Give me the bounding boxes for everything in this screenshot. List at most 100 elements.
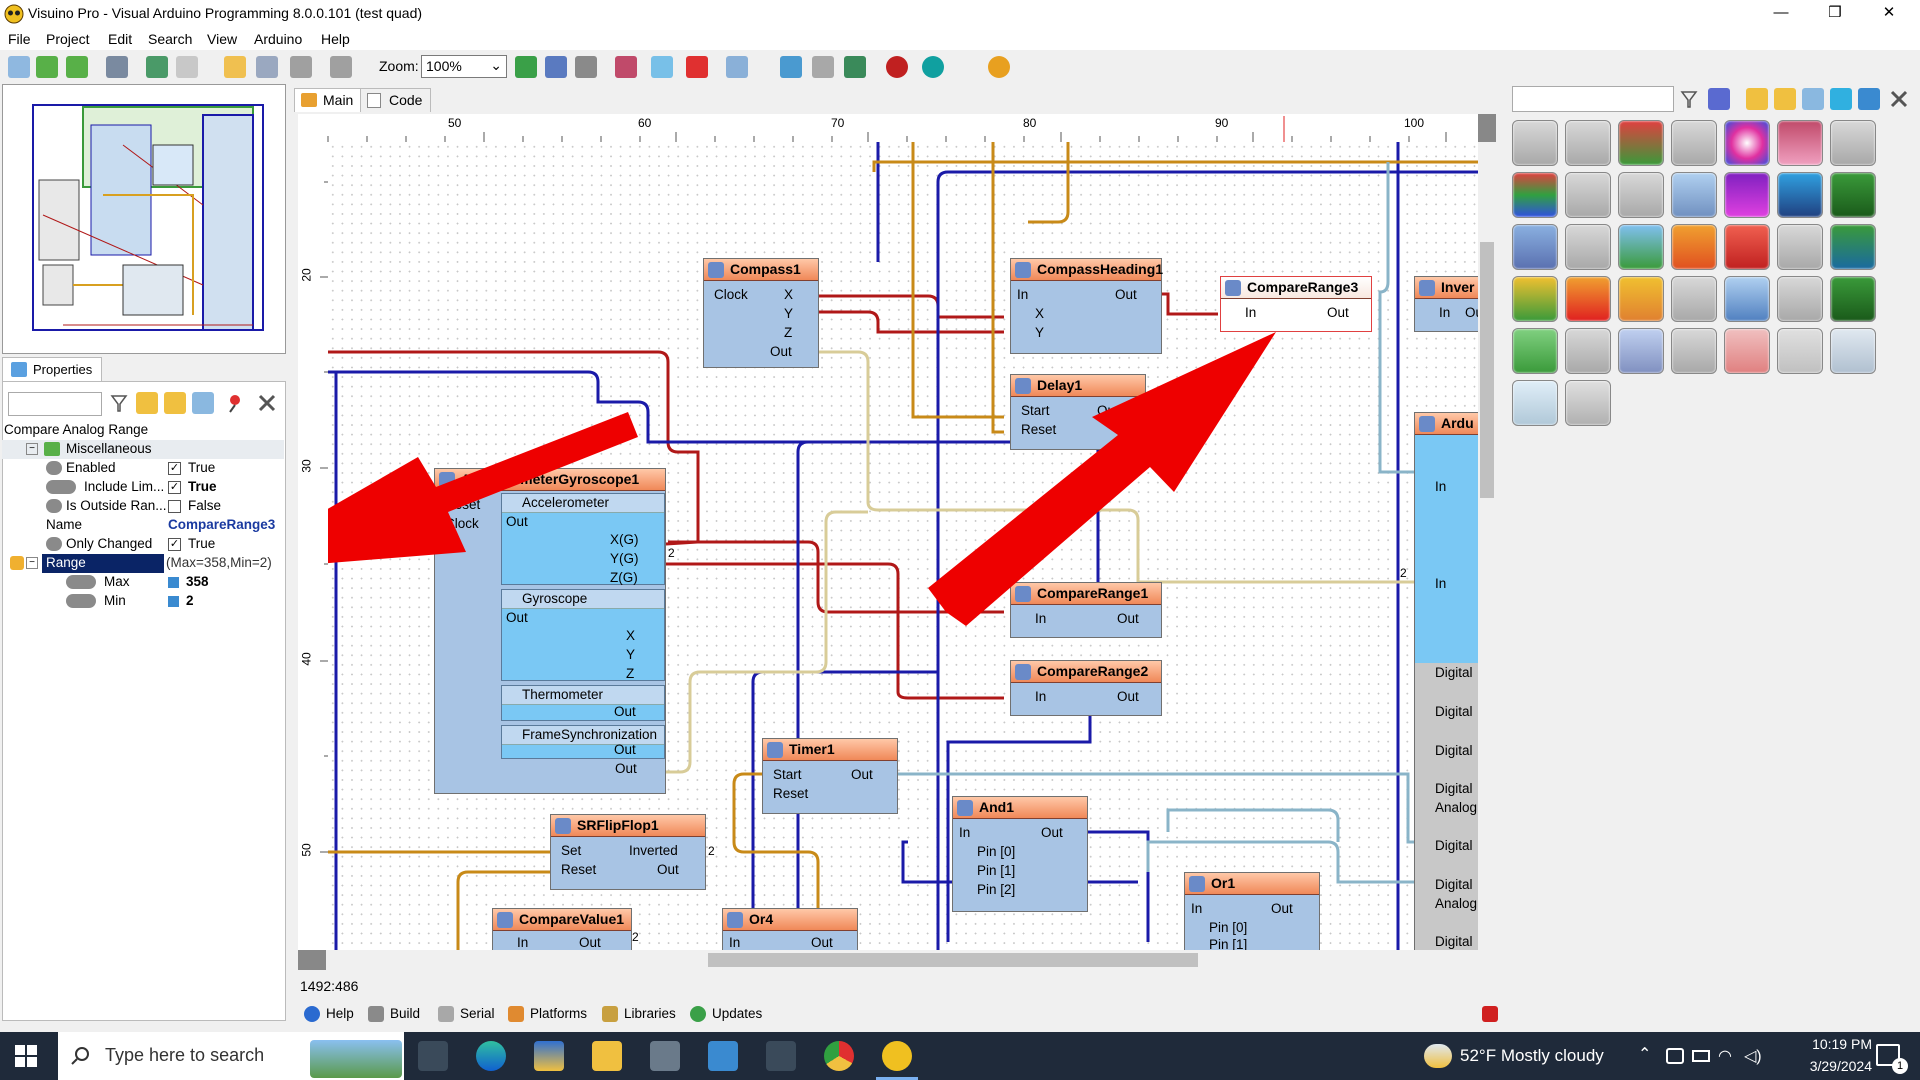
property-row-is-outside-range[interactable]: Is Outside Ran... False (2, 497, 284, 516)
menu-edit[interactable]: Edit (108, 31, 132, 47)
sort-icon[interactable] (192, 392, 214, 414)
horizontal-scrollbar[interactable] (328, 950, 1478, 970)
tools-icon[interactable] (256, 392, 278, 414)
palette-counter-icon[interactable] (1830, 224, 1876, 270)
collapse-icon[interactable]: − (26, 443, 38, 455)
frame-synchronization-section[interactable]: FrameSynchronization Out (501, 725, 665, 759)
palette-display-icon[interactable] (1671, 276, 1717, 322)
properties-tab[interactable]: Properties (2, 357, 102, 381)
property-row-min[interactable]: Min 2 (2, 592, 284, 611)
palette-category-icon[interactable] (1830, 88, 1852, 110)
palette-storage-icon[interactable] (1565, 380, 1611, 426)
clock-time[interactable]: 10:19 PM (1780, 1036, 1872, 1052)
component-srflipflop[interactable]: SRFlipFlop1 Set Reset Inverted Out (550, 814, 706, 890)
palette-fire-icon[interactable] (1565, 276, 1611, 322)
menu-project[interactable]: Project (46, 31, 90, 47)
close-button[interactable]: ✕ (1866, 0, 1912, 28)
menu-arduino[interactable]: Arduino (254, 31, 302, 47)
vertical-scrollbar[interactable] (1478, 142, 1496, 950)
component-inverter[interactable]: Inver In Ou (1414, 276, 1480, 332)
undo-icon[interactable] (290, 56, 312, 78)
delete-icon[interactable] (686, 56, 708, 78)
zoom-out-icon[interactable] (545, 56, 567, 78)
app-icon[interactable] (650, 1041, 680, 1071)
microsoft-store-icon[interactable] (534, 1041, 564, 1071)
print-icon[interactable] (176, 56, 198, 78)
weather-text[interactable]: 52°F Mostly cloudy (1460, 1046, 1604, 1066)
menu-search[interactable]: Search (148, 31, 192, 47)
export-icon[interactable] (146, 56, 168, 78)
visuino-taskbar-icon[interactable] (882, 1041, 912, 1071)
palette-traffic-light-icon[interactable] (1777, 328, 1823, 374)
redo-icon[interactable] (330, 56, 352, 78)
tab-help[interactable]: Help (304, 1006, 354, 1023)
minimize-button[interactable]: — (1758, 0, 1804, 28)
tab-updates[interactable]: Updates (690, 1006, 762, 1023)
tab-code[interactable]: Code (360, 88, 432, 112)
palette-sort-icon[interactable] (1802, 88, 1824, 110)
find-icon[interactable] (726, 56, 748, 78)
scrollbar-thumb[interactable] (708, 953, 1198, 967)
wifi-icon[interactable]: ◠ (1718, 1046, 1732, 1066)
property-value[interactable]: 358 (186, 574, 209, 589)
arduino-icon[interactable] (922, 56, 944, 78)
record-icon[interactable] (886, 56, 908, 78)
component-or4[interactable]: Or4 In Out (722, 908, 858, 950)
properties-filter-input[interactable] (8, 392, 102, 416)
palette-tools-icon[interactable] (1565, 328, 1611, 374)
meet-icon[interactable] (1666, 1048, 1684, 1064)
component-or1[interactable]: Or1 In Pin [0] Pin [1] Out (1184, 872, 1320, 950)
property-row-include-limits[interactable]: Include Lim... ✓ True (2, 478, 284, 497)
property-value[interactable]: 2 (186, 593, 194, 608)
palette-hub-icon[interactable] (1724, 172, 1770, 218)
enabled-checkbox[interactable]: ✓ (168, 462, 181, 475)
palette-text-icon[interactable] (1618, 276, 1664, 322)
palette-grid-icon[interactable] (1830, 276, 1876, 322)
component-comparerange1[interactable]: CompareRange1 In Out (1010, 582, 1162, 638)
palette-view-icon[interactable] (1708, 88, 1730, 110)
open-icon[interactable] (36, 56, 58, 78)
disconnect-icon[interactable] (812, 56, 834, 78)
pin-icon[interactable] (224, 392, 246, 414)
palette-keypad-icon[interactable] (1777, 224, 1823, 270)
palette-search-input[interactable] (1512, 86, 1674, 112)
property-row-only-changed[interactable]: Only Changed ✓ True (2, 535, 284, 554)
component-arduino[interactable]: Ardu In In Digital Digital Digital Digit… (1414, 412, 1480, 950)
tab-serial[interactable]: Serial (438, 1006, 495, 1023)
palette-chip-icon[interactable] (1671, 328, 1717, 374)
tab-platforms[interactable]: Platforms (508, 1006, 587, 1023)
component-compass[interactable]: Compass1 Clock X Y Z Out (703, 258, 819, 368)
property-row-enabled[interactable]: Enabled ✓ True (2, 459, 284, 478)
edge-browser-icon[interactable] (476, 1041, 506, 1071)
collapse-icon[interactable]: − (26, 557, 38, 569)
expand-all-icon[interactable] (136, 392, 158, 414)
palette-tools-icon[interactable] (1888, 88, 1910, 110)
palette-math-icon[interactable] (1618, 120, 1664, 166)
thermometer-section[interactable]: Thermometer Out (501, 685, 665, 721)
accelerometer-section[interactable]: Accelerometer Out X(G) Y(G) Z(G) (501, 493, 665, 585)
menu-help[interactable]: Help (321, 31, 350, 47)
only-changed-checkbox[interactable]: ✓ (168, 538, 181, 551)
tab-main[interactable]: Main (294, 88, 363, 112)
palette-printer-icon[interactable] (1565, 224, 1611, 270)
component-and[interactable]: And1 In Pin [0] Pin [1] Pin [2] Out (952, 796, 1088, 912)
component-accelerometergyroscope[interactable]: AccelerometerGyroscope1 Reset Clock Acce… (434, 468, 666, 794)
palette-notes-icon[interactable] (1777, 276, 1823, 322)
terminal-icon[interactable] (766, 1041, 796, 1071)
save-icon[interactable] (106, 56, 128, 78)
component-delay[interactable]: Delay1 Start Reset Out (1010, 374, 1146, 450)
gyroscope-section[interactable]: Gyroscope Out X Y Z (501, 589, 665, 681)
property-value[interactable]: CompareRange3 (168, 517, 275, 532)
palette-color-icon[interactable] (1724, 120, 1770, 166)
select-icon[interactable] (651, 56, 673, 78)
palette-numbers-icon[interactable] (1858, 88, 1880, 110)
include-limits-checkbox[interactable]: ✓ (168, 481, 181, 494)
palette-telescope-icon[interactable] (1777, 172, 1823, 218)
palette-board-icon[interactable] (1830, 172, 1876, 218)
theme-icon[interactable] (988, 56, 1010, 78)
property-row-max[interactable]: Max 358 (2, 573, 284, 592)
components-icon[interactable] (615, 56, 637, 78)
palette-audio-icon[interactable] (1512, 120, 1558, 166)
clock-date[interactable]: 3/29/2024 (1780, 1058, 1872, 1074)
palette-calculator-icon[interactable] (1830, 120, 1876, 166)
